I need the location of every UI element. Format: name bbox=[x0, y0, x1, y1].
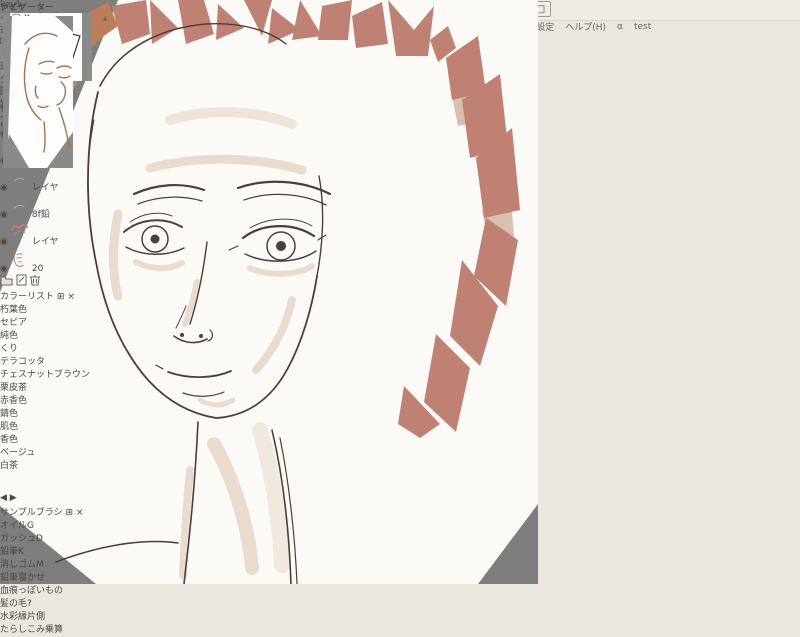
color-list-item[interactable]: 肌色 bbox=[0, 419, 109, 432]
menu-item[interactable]: test bbox=[634, 22, 651, 32]
layer-view-thumbnail[interactable] bbox=[3, 16, 73, 171]
folder-icon[interactable] bbox=[0, 276, 16, 289]
layer-buttons bbox=[0, 274, 109, 289]
color-name: チェスナットブラウン bbox=[0, 370, 91, 380]
color-list-title: カラーリスト bbox=[0, 292, 55, 302]
sample-brush-item[interactable]: 血痕っぽいもの bbox=[0, 583, 109, 596]
layer-row[interactable]: ◉ 20 bbox=[0, 247, 109, 274]
color-name: 純色 bbox=[0, 331, 19, 341]
color-list-item[interactable]: 朽葉色 bbox=[0, 302, 109, 315]
menu-item[interactable]: 設定 bbox=[536, 20, 554, 33]
layer-row[interactable]: ◉ レイヤ bbox=[0, 220, 109, 247]
color-list-item[interactable]: 白茶 bbox=[0, 458, 109, 471]
sample-brush-item[interactable]: 鉛筆寝かせ bbox=[0, 570, 109, 583]
sample-brush-item[interactable]: 水彩縁片側 bbox=[0, 609, 109, 622]
color-list-item[interactable]: セピア bbox=[0, 315, 109, 328]
color-name: セピア bbox=[0, 318, 28, 328]
color-list-item[interactable]: テラコッタ bbox=[0, 354, 109, 367]
sample-brush-item[interactable]: 髪の毛? bbox=[0, 596, 109, 609]
scroll-right-icon[interactable]: ▶ bbox=[10, 493, 17, 503]
color-name: 香色 bbox=[0, 435, 19, 445]
color-name: 朽葉色 bbox=[0, 305, 28, 315]
color-name: くり bbox=[0, 344, 19, 354]
layer-thumbnail[interactable] bbox=[8, 177, 32, 193]
menu-item[interactable]: α bbox=[617, 22, 623, 32]
color-name: 白茶 bbox=[0, 461, 19, 471]
color-list-item[interactable]: 純色 bbox=[0, 328, 109, 341]
sample-brush-item[interactable]: オイルG bbox=[0, 518, 109, 531]
color-name: 赤香色 bbox=[0, 396, 28, 406]
visibility-eye-icon[interactable]: ◉ bbox=[0, 210, 8, 220]
color-list-item[interactable]: ベージュ bbox=[0, 445, 109, 458]
layer-window-title: レイヤー bbox=[0, 3, 36, 13]
layer-view-preview bbox=[3, 16, 73, 168]
sample-brush-title: サンプルブラシ bbox=[0, 508, 63, 518]
color-list-item[interactable]: チェスナットブラウン bbox=[0, 367, 109, 380]
layer-row[interactable]: ◉ 8f鉛 bbox=[0, 193, 109, 220]
sample-brush-item[interactable]: たらしこみ乗算 bbox=[0, 622, 109, 635]
new-layer-icon[interactable] bbox=[16, 274, 30, 289]
dock-icon[interactable]: ⊞ bbox=[57, 292, 65, 302]
layer-name[interactable]: 20 bbox=[32, 264, 43, 274]
dock-icon[interactable]: ⊞ bbox=[65, 508, 73, 518]
layer-name[interactable]: レイヤ bbox=[32, 237, 59, 247]
visibility-eye-icon[interactable]: ◉ bbox=[0, 264, 8, 274]
layer-thumbnail[interactable] bbox=[8, 251, 32, 274]
layer-thumbnail[interactable] bbox=[8, 224, 32, 247]
layer-window-titlebar[interactable]: レイヤー x bbox=[0, 0, 109, 13]
layer-thumbnail[interactable] bbox=[8, 204, 32, 220]
sample-brush-item[interactable]: ガッシュD bbox=[0, 531, 109, 544]
visibility-eye-icon[interactable]: ◉ bbox=[0, 237, 8, 247]
color-list-hscroll[interactable]: ◀ ▶ bbox=[0, 493, 109, 503]
sample-brush-panel: サンプルブラシ ⊞ × オイルG ガッシュD 鉛筆K 消しゴムM 鉛筆寝かせ 血痕っぽいも… bbox=[0, 505, 109, 637]
color-name: 栗皮茶 bbox=[0, 383, 28, 393]
layer-name[interactable]: 8f鉛 bbox=[32, 210, 50, 220]
close-icon[interactable]: × bbox=[76, 508, 84, 518]
visibility-eye-icon[interactable]: ◉ bbox=[0, 183, 8, 193]
sample-brush-item[interactable]: 鉛筆K bbox=[0, 544, 109, 557]
layer-name[interactable]: レイヤ bbox=[32, 183, 59, 193]
layer-window: レイヤー x — □ ✕ 通常 ▾ ▷ 不透明度 20.3 透明保護 グループ化… bbox=[0, 0, 109, 637]
trash-icon[interactable] bbox=[29, 275, 40, 289]
scroll-left-icon[interactable]: ◀ bbox=[0, 493, 7, 503]
color-name: 錆色 bbox=[0, 409, 19, 419]
color-list-item[interactable]: くり bbox=[0, 341, 109, 354]
close-icon[interactable]: x bbox=[39, 3, 44, 13]
color-list: 朽葉色セピア純色くりテラコッタチェスナットブラウン 栗皮茶赤香色錆色肌色香色ベージ… bbox=[0, 302, 109, 493]
color-list-item[interactable]: 錆色 bbox=[0, 406, 109, 419]
color-name: 肌色 bbox=[0, 422, 19, 432]
color-list-panel: カラーリスト ⊞ × 朽葉色セピア純色くりテラコッタチェスナットブラウン 栗皮茶赤… bbox=[0, 15, 109, 505]
color-list-item[interactable]: 栗皮茶 bbox=[0, 380, 109, 393]
color-name: テラコッタ bbox=[0, 357, 46, 367]
application-window: np7_qt ↶↷↔▯ ✎◇✐∿✣↻⌕✑+ ▮⬒✂◌◉□ ファイル(F)編集(E… bbox=[0, 0, 800, 637]
color-name: ベージュ bbox=[0, 448, 36, 458]
color-list-item[interactable]: 香色 bbox=[0, 432, 109, 445]
close-icon[interactable]: × bbox=[67, 292, 75, 302]
menu-item[interactable]: ヘルプ(H) bbox=[565, 20, 606, 33]
sample-brush-list: オイルG ガッシュD 鉛筆K 消しゴムM 鉛筆寝かせ 血痕っぽいもの 髪の毛? 水彩縁片側 たら… bbox=[0, 518, 109, 637]
color-list-item[interactable]: 赤香色 bbox=[0, 393, 109, 406]
sample-brush-item[interactable]: 消しゴムM bbox=[0, 557, 109, 570]
scroll-up-icon[interactable]: ▲ bbox=[103, 15, 108, 22]
